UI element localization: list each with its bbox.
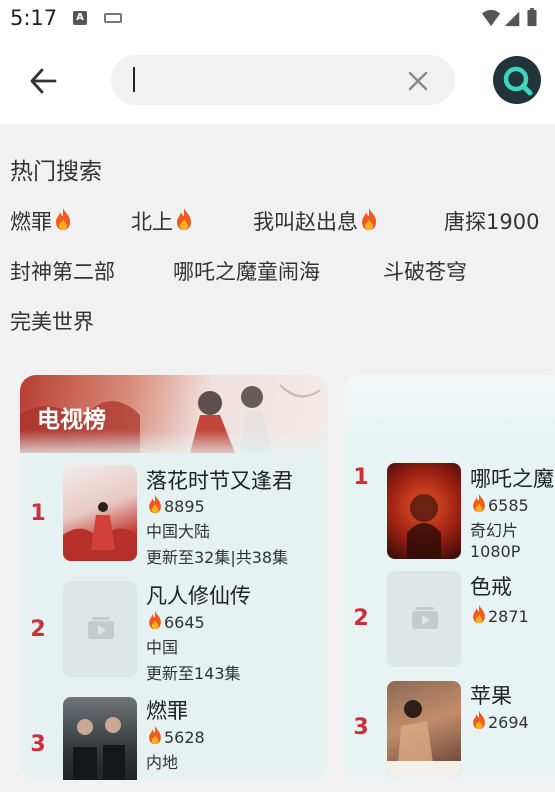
poster-artwork [407, 494, 441, 559]
poster-placeholder [63, 581, 137, 677]
system-status-icons [482, 8, 537, 27]
hot-search-chip[interactable]: 哪吒之魔童闹海 [173, 256, 320, 286]
poster-artwork [387, 700, 461, 777]
fire-icon [470, 493, 488, 513]
signal-icon [504, 11, 520, 27]
hot-search-chip[interactable]: 唐探1900 [444, 206, 539, 236]
wifi-icon [482, 9, 501, 27]
fire-icon [173, 207, 195, 231]
heat-value: 6645 [146, 610, 205, 632]
movie-ranking-card: 1 哪吒之魔童闹海 6585 奇幻片 1080P 2 色戒 2871 3 [344, 375, 555, 780]
notification-icon: A [73, 11, 87, 25]
item-title: 色戒 [470, 575, 512, 599]
search-bar[interactable] [111, 55, 455, 105]
clear-icon[interactable] [407, 70, 429, 92]
item-quality: 1080P [470, 542, 521, 561]
poster-image [387, 681, 461, 777]
keyboard-icon [104, 13, 122, 23]
fire-icon [470, 604, 488, 624]
fire-icon [146, 725, 164, 745]
rank-number: 2 [30, 617, 46, 642]
hot-search-chip[interactable]: 斗破苍穹 [383, 256, 467, 286]
rank-number: 1 [30, 501, 46, 526]
text-caret [133, 67, 135, 92]
rank-number: 2 [353, 606, 369, 631]
fire-icon [358, 207, 380, 231]
heat-value: 5628 [146, 725, 205, 747]
search-button[interactable] [493, 56, 541, 104]
item-genre: 奇幻片 [470, 521, 519, 540]
hot-search-chip[interactable]: 完美世界 [10, 306, 94, 336]
status-bar: 5:17 A [0, 0, 555, 38]
item-region: 中国大陆 [146, 522, 211, 541]
item-title: 燃罪 [146, 699, 188, 723]
heat-value: 2694 [470, 710, 529, 732]
item-update: 更新至143集 [146, 664, 241, 683]
battery-icon [527, 9, 537, 27]
rank-number: 3 [30, 732, 46, 757]
search-header [0, 38, 555, 124]
heat-value: 6585 [470, 493, 529, 515]
poster-placeholder [387, 571, 461, 667]
search-icon [503, 66, 533, 96]
hot-search-chip[interactable]: 北上 [131, 206, 195, 236]
search-input[interactable] [139, 63, 399, 97]
hot-search-chip[interactable]: 我叫赵出息 [253, 206, 380, 236]
poster-artwork [63, 502, 137, 561]
rank-number: 3 [353, 715, 369, 740]
fire-icon [52, 207, 74, 231]
fire-icon [470, 710, 488, 730]
hot-search-chip[interactable]: 封神第二部 [10, 256, 115, 286]
item-title: 凡人修仙传 [146, 584, 251, 608]
item-title: 哪吒之魔童闹海 [470, 467, 555, 491]
video-placeholder-icon [412, 607, 438, 629]
heat-value: 2871 [470, 604, 529, 626]
poster-image [63, 465, 137, 561]
fire-icon [146, 494, 164, 514]
tv-ranking-banner: 电视榜 [20, 375, 328, 460]
rank-number: 1 [353, 465, 369, 490]
tv-ranking-card: 电视榜 1 落花时节又逢君 8895 中国大陆 更新至32集|共38集 2 凡人… [20, 375, 328, 780]
hot-search-title: 热门搜索 [10, 159, 102, 185]
item-title: 落花时节又逢君 [146, 469, 293, 493]
item-title: 苹果 [470, 684, 512, 708]
item-region: 内地 [146, 753, 179, 772]
item-region: 中国 [146, 638, 179, 657]
heat-value: 8895 [146, 494, 205, 516]
fire-icon [146, 610, 164, 630]
status-time: 5:17 [10, 6, 58, 30]
item-update: 更新至32集|共38集 [146, 548, 289, 567]
poster-image [63, 697, 137, 780]
back-arrow-icon[interactable] [28, 66, 58, 96]
tv-ranking-title: 电视榜 [37, 407, 106, 433]
poster-image [387, 463, 461, 559]
poster-artwork [73, 717, 125, 780]
video-placeholder-icon [88, 617, 114, 639]
hot-search-chip[interactable]: 燃罪 [10, 206, 74, 236]
